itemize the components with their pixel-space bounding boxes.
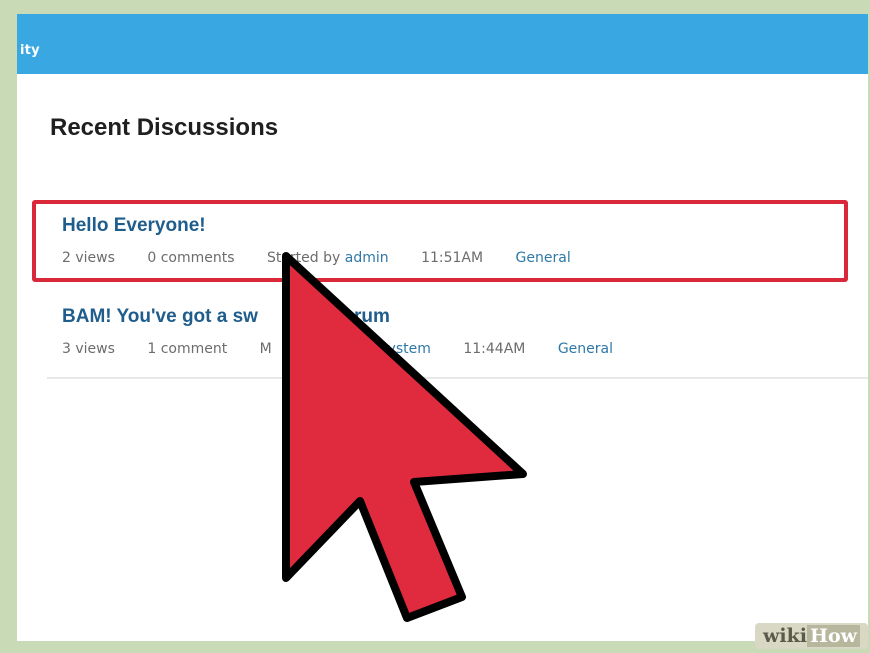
- author-link[interactable]: System: [379, 341, 431, 357]
- discussion-title-start[interactable]: BAM! You've got a sw: [62, 306, 258, 327]
- time-label: 11:44AM: [463, 341, 526, 357]
- started-by-label: M: [259, 341, 272, 357]
- highlight-box: [32, 200, 848, 282]
- discussion-meta: 3 views 1 comment M System 11:44AM Gener…: [62, 341, 613, 357]
- top-navigation-bar: ity: [17, 14, 868, 74]
- screenshot-frame: ity Recent Discussions Hello Everyone! 2…: [0, 0, 870, 653]
- discussion-item[interactable]: BAM! You've got a sw rum 3 views 1 commen…: [47, 299, 837, 377]
- comments-count: 1 comment: [147, 341, 228, 357]
- discussion-title-end[interactable]: rum: [354, 306, 390, 327]
- activity-tab[interactable]: ity: [20, 43, 40, 58]
- views-count: 3 views: [62, 341, 115, 357]
- wikihow-watermark: wiki How: [755, 623, 868, 649]
- list-divider: [47, 377, 868, 379]
- watermark-how: How: [807, 625, 860, 647]
- watermark-wiki: wiki: [763, 625, 808, 647]
- discussion-title-link[interactable]: BAM! You've got a sw rum: [62, 306, 390, 328]
- forum-page: ity Recent Discussions Hello Everyone! 2…: [17, 14, 868, 641]
- page-title: Recent Discussions: [50, 114, 279, 141]
- category-link[interactable]: General: [558, 341, 613, 357]
